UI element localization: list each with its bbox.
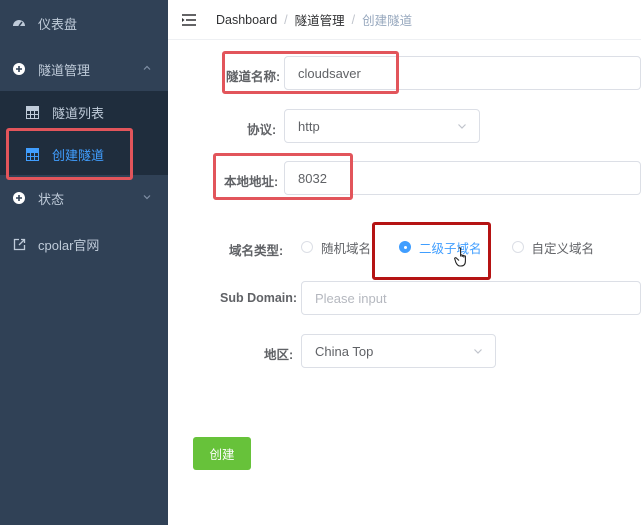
subdomain-label: Sub Domain: [220,291,298,305]
chevron-up-icon [143,65,151,70]
header: Dashboard / 隧道管理 / 创建隧道 [168,0,641,40]
chevron-down-icon [143,195,151,200]
breadcrumb-tunnel-management[interactable]: 隧道管理 [295,10,345,29]
radio-label: 随机域名 [321,241,372,256]
protocol-value: http [298,118,320,134]
sidebar-item-label: cpolar官网 [38,237,100,253]
region-label: 地区: [264,348,294,362]
create-button[interactable]: 创建 [193,437,251,470]
chevron-down-icon [474,349,482,354]
radio-circle-icon [511,241,524,253]
radio-circle-icon [301,241,313,253]
radio-random-domain[interactable]: 随机域名 [301,238,371,257]
breadcrumb-create-tunnel: 创建隧道 [362,14,413,28]
highlight-box-local-address [213,153,353,200]
protocol-select[interactable]: http [284,109,480,143]
sidebar-item-tunnel-list[interactable]: 隧道列表 [0,91,168,133]
sidebar-item-tunnel-management[interactable]: 隧道管理 [0,46,168,92]
sidebar-item-status[interactable]: 状态 [0,175,168,221]
subdomain-input[interactable]: Please input [301,281,641,315]
sidebar-item-cpolar-website[interactable]: cpolar官网 [0,221,168,267]
sidebar-item-label: 状态 [38,191,65,207]
highlight-box-subdomain-radio [372,222,491,280]
highlight-box-create-tunnel [6,128,133,180]
dashboard-icon [12,16,26,30]
sidebar-item-label: 仪表盘 [38,16,78,32]
sidebar-item-label: 隧道管理 [38,62,91,78]
region-value: China Top [315,343,374,359]
grid-icon [26,105,39,119]
hand-pointer-icon [454,247,466,267]
region-select[interactable]: China Top [301,334,496,368]
breadcrumb: Dashboard / 隧道管理 / 创建隧道 [216,10,412,29]
hamburger-icon[interactable] [182,13,196,26]
domain-type-label: 域名类型: [229,244,284,258]
subdomain-placeholder: Please input [315,290,387,306]
chevron-down-icon [458,124,466,129]
protocol-label: 协议: [247,123,277,137]
app-root: 仪表盘 隧道管理 隧道列表 创建隧道 状态 cpolar官网 Dashboard… [0,0,641,525]
plus-circle-icon [12,62,26,76]
radio-custom-domain[interactable]: 自定义域名 [511,238,595,257]
radio-label: 自定义域名 [531,241,595,256]
plus-circle-icon [12,191,26,205]
breadcrumb-separator: / [284,12,288,27]
breadcrumb-dashboard[interactable]: Dashboard [216,13,277,27]
breadcrumb-separator: / [351,12,356,27]
sidebar-item-label: 隧道列表 [52,105,105,121]
sidebar-item-dashboard[interactable]: 仪表盘 [0,0,168,46]
highlight-box-tunnel-name [222,51,399,94]
external-link-icon [12,237,26,251]
sidebar: 仪表盘 隧道管理 隧道列表 创建隧道 状态 cpolar官网 [0,0,168,525]
